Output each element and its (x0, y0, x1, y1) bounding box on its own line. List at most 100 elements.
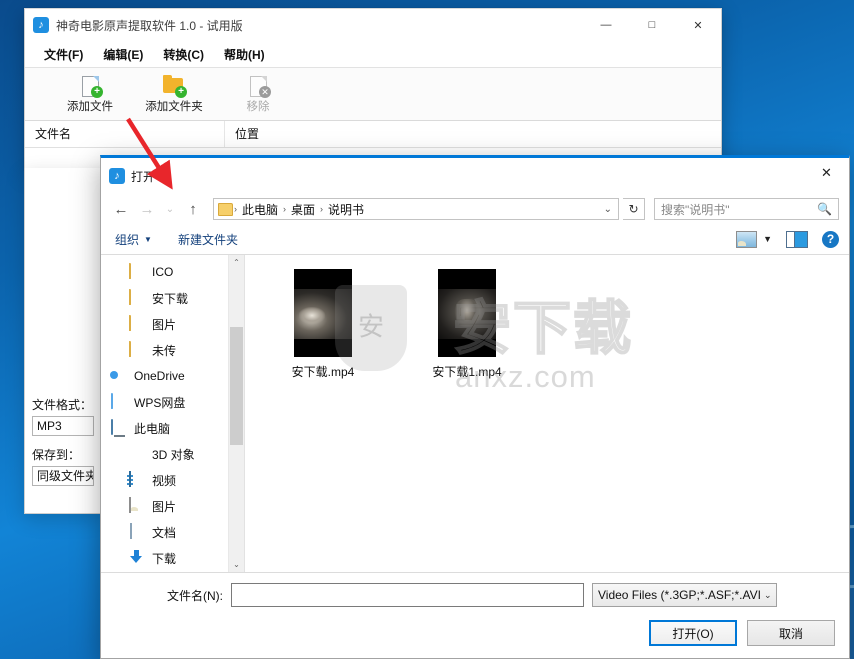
breadcrumb-item-current[interactable]: 说明书 (324, 201, 368, 218)
sidebar-label: 3D 对象 (152, 447, 195, 462)
dialog-title: 打开 (131, 169, 156, 184)
remove-button[interactable]: ✕ 移除 (227, 75, 289, 114)
window-controls: — □ ✕ (583, 9, 721, 41)
refresh-button[interactable]: ↻ (623, 198, 645, 220)
documents-icon (129, 523, 145, 540)
scroll-up-icon[interactable]: ⌃ (229, 255, 244, 270)
add-file-button[interactable]: + 添加文件 (59, 75, 121, 114)
dialog-button-row: 打开(O) 取消 (111, 620, 839, 646)
search-input[interactable]: 搜索"说明书" 🔍 (654, 198, 839, 220)
sidebar-label: 未传 (152, 343, 177, 358)
dialog-command-bar: 组织 ▼ 新建文件夹 ▼ ? (101, 224, 849, 255)
file-item[interactable]: 安下载.mp4 (273, 269, 373, 380)
navigation-scrollbar[interactable]: ⌃ ⌄ (228, 255, 244, 572)
file-browser-pane[interactable]: 安下载.mp4 安下载1.mp4 安 安下载 anxz.com (245, 255, 849, 572)
up-button[interactable]: ↑ (181, 197, 205, 221)
file-grid: 安下载.mp4 安下载1.mp4 (245, 255, 849, 380)
new-folder-button[interactable]: 新建文件夹 (178, 231, 238, 248)
music-note-icon: ♪ (109, 168, 125, 184)
menu-help[interactable]: 帮助(H) (215, 43, 274, 66)
filename-input[interactable] (231, 583, 584, 607)
file-item[interactable]: 安下载1.mp4 (417, 269, 517, 380)
sidebar-item-pictures[interactable]: 图片 (101, 493, 244, 519)
forward-button[interactable]: → (135, 197, 159, 221)
maximize-button[interactable]: □ (629, 9, 675, 41)
organize-label: 组织 (115, 232, 140, 247)
sidebar-label: 图片 (152, 499, 177, 514)
menu-file[interactable]: 文件(F) (35, 43, 92, 66)
add-file-icon: + (78, 75, 103, 98)
add-file-label: 添加文件 (67, 100, 113, 113)
add-folder-label: 添加文件夹 (145, 100, 203, 113)
sidebar-item-ico[interactable]: ICO (101, 259, 244, 285)
sidebar-item-onedrive[interactable]: OneDrive (101, 363, 244, 389)
sidebar-item-3d-objects[interactable]: 3D 对象 (101, 441, 244, 467)
menu-edit[interactable]: 编辑(E) (94, 43, 152, 66)
add-folder-button[interactable]: + 添加文件夹 (143, 74, 205, 114)
pictures-icon (129, 497, 145, 514)
open-button[interactable]: 打开(O) (649, 620, 737, 646)
file-name-label: 安下载1.mp4 (432, 365, 502, 379)
filename-row: 文件名(N): Video Files (*.3GP;*.ASF;*.AVI ⌄ (111, 583, 839, 607)
chevron-down-icon[interactable]: ⌄ (600, 204, 616, 215)
sidebar-label: OneDrive (134, 369, 185, 383)
sidebar-item-videos[interactable]: 视频 (101, 467, 244, 493)
folder-icon (129, 315, 145, 332)
sidebar-item-documents[interactable]: 文档 (101, 519, 244, 545)
format-select[interactable]: MP3 (32, 416, 94, 436)
sidebar-label: 文档 (152, 525, 177, 540)
filetype-dropdown[interactable]: Video Files (*.3GP;*.ASF;*.AVI ⌄ (592, 583, 777, 607)
menu-convert[interactable]: 转换(C) (154, 43, 213, 66)
column-header-location[interactable]: 位置 (225, 121, 721, 147)
dialog-close-button[interactable]: ✕ (804, 158, 849, 191)
column-header-filename[interactable]: 文件名 (25, 121, 225, 147)
sidebar-item-downloads[interactable]: 下载 (101, 545, 244, 571)
save-to-field: 保存到： 同级文件夹 (25, 446, 101, 486)
output-format-field: 文件格式： MP3 (25, 396, 101, 436)
sidebar-item-wps-cloud[interactable]: WPS网盘 (101, 389, 244, 415)
minimize-button[interactable]: — (583, 9, 629, 41)
sidebar-item-pictures-fav[interactable]: 图片 (101, 311, 244, 337)
saveto-select[interactable]: 同级文件夹 (32, 466, 94, 486)
folder-icon (129, 263, 145, 280)
remove-label: 移除 (246, 100, 270, 113)
dialog-main-area: ICO 安下载 图片 未传 OneDrive WPS网盘 此电脑 3D 对象 视… (101, 255, 849, 573)
chevron-down-icon[interactable]: ▼ (763, 234, 772, 244)
close-button[interactable]: ✕ (675, 9, 721, 41)
file-list-header: 文件名 位置 (25, 121, 721, 148)
chevron-down-icon: ⌄ (763, 589, 772, 600)
breadcrumb-item-this-pc[interactable]: 此电脑 (238, 201, 282, 218)
search-icon: 🔍 (817, 202, 832, 216)
preview-pane-icon[interactable] (786, 230, 808, 248)
help-icon[interactable]: ? (822, 230, 839, 248)
recent-locations-icon[interactable]: ⌄ (161, 197, 179, 221)
video-thumbnail (294, 269, 352, 357)
onedrive-icon (111, 368, 127, 384)
sidebar-label: ICO (152, 265, 174, 279)
scrollbar-thumb[interactable] (230, 327, 243, 445)
app-title: 神奇电影原声提取软件 1.0 - 试用版 (56, 18, 243, 33)
filetype-value: Video Files (*.3GP;*.ASF;*.AVI (598, 588, 761, 602)
folder-icon (218, 202, 233, 216)
sidebar-item-music[interactable]: 音乐 (101, 571, 244, 572)
view-mode-icon[interactable] (736, 230, 758, 248)
address-bar[interactable]: › 此电脑 › 桌面 › 说明书 ⌄ (213, 198, 619, 220)
video-thumbnail (438, 269, 496, 357)
sidebar-item-this-pc[interactable]: 此电脑 (101, 415, 244, 441)
app-toolbar: + 添加文件 + 添加文件夹 ✕ 移除 (25, 68, 721, 121)
this-pc-icon (111, 419, 127, 436)
sidebar-label: 此电脑 (134, 421, 171, 436)
3d-objects-icon (129, 446, 145, 462)
app-settings-strip: 文件格式： MP3 保存到： 同级文件夹 (24, 168, 102, 514)
breadcrumb-item-desktop[interactable]: 桌面 (287, 201, 319, 218)
filename-label: 文件名(N): (167, 588, 223, 603)
scroll-down-icon[interactable]: ⌄ (229, 557, 244, 572)
search-placeholder: 搜索"说明书" (661, 202, 730, 217)
sidebar-item-weichuan[interactable]: 未传 (101, 337, 244, 363)
sidebar-item-anxiazai[interactable]: 安下载 (101, 285, 244, 311)
open-file-dialog: ♪ 打开 ✕ ← → ⌄ ↑ › 此电脑 › 桌面 › 说明书 ⌄ ↻ 搜索"说… (100, 155, 850, 659)
add-folder-icon: + (162, 74, 187, 98)
cancel-button[interactable]: 取消 (747, 620, 835, 646)
back-button[interactable]: ← (109, 197, 133, 221)
organize-button[interactable]: 组织 ▼ (115, 231, 152, 248)
